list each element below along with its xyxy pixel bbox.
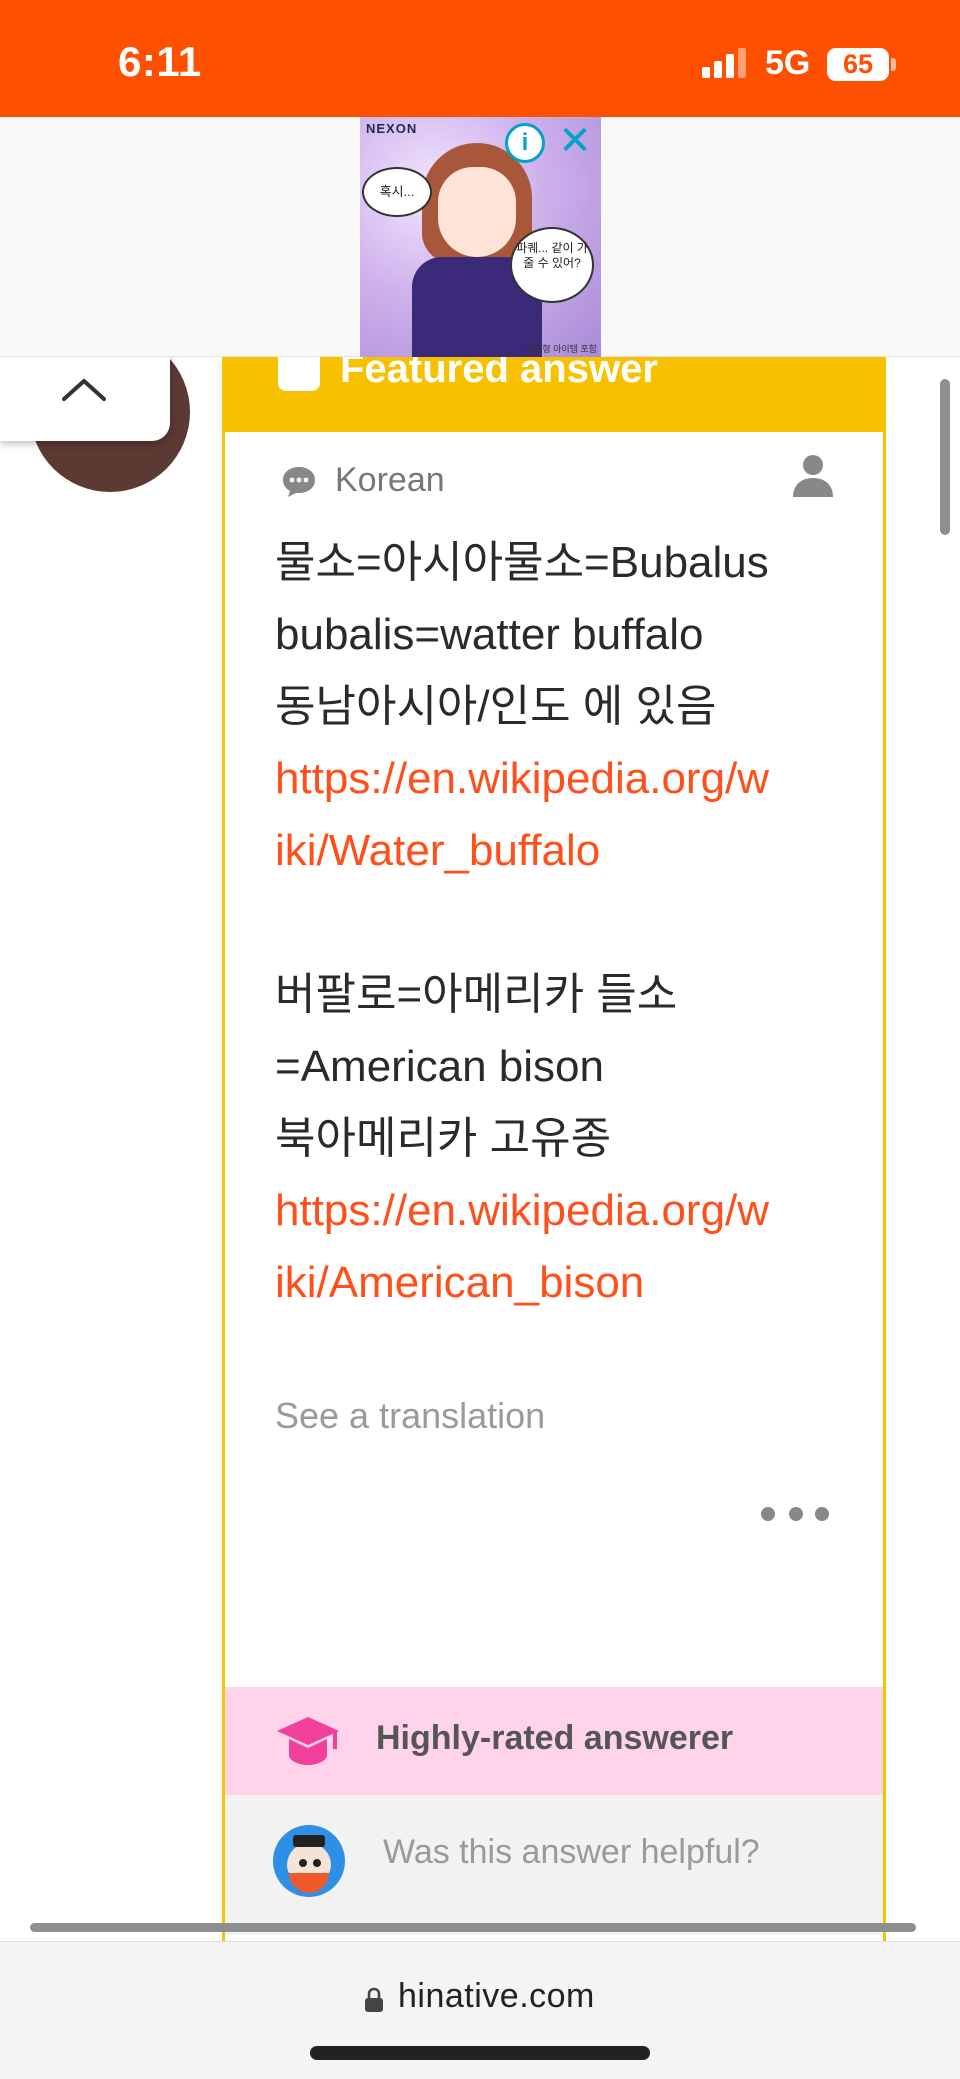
battery-nub (891, 58, 896, 71)
answer-link-line[interactable]: iki/Water_buffalo (275, 815, 865, 887)
ad-footer: 확률형 아이템 포함 (525, 344, 597, 354)
url-text[interactable]: hinative.com (398, 1977, 595, 2016)
info-icon[interactable]: i (505, 123, 545, 163)
highly-rated-label: Highly-rated answerer (376, 1719, 734, 1757)
battery-level: 65 (842, 49, 874, 79)
status-bar: 6:11 5G 65 (0, 0, 960, 117)
chevron-up-icon (62, 379, 106, 401)
horizontal-scrollbar[interactable] (30, 1923, 916, 1932)
speech-bubble-icon (283, 467, 315, 497)
featured-title: Featured answer (340, 357, 658, 391)
see-translation-link[interactable]: See a translation (275, 1395, 545, 1437)
network-label: 5G (765, 44, 811, 82)
ad-brand: NEXON (366, 121, 418, 136)
ad-character-face (438, 167, 516, 257)
browser-url-bar[interactable]: hinative.com (0, 1941, 960, 2079)
highly-rated-badge: Highly-rated answerer (225, 1687, 883, 1795)
checkbox-icon (278, 357, 320, 391)
answer-link-line[interactable]: iki/American_bison (275, 1247, 865, 1319)
answer-text-line: 물소=아시아물소=Bubalus (275, 538, 769, 587)
signal-icon (702, 48, 750, 78)
ad-speech-bubble-2: 파퀘... 같이 가줄 수 있어? (510, 227, 594, 303)
helpful-prompt-row[interactable]: Was this answer helpful? (225, 1795, 883, 1935)
answer-text-line: 동남아시아/인도 에 있음 (275, 682, 717, 731)
answer-link-line[interactable]: https://en.wikipedia.org/w (275, 1175, 865, 1247)
user-icon[interactable] (791, 453, 835, 499)
mascot-avatar (273, 1825, 345, 1897)
answer-text-line: 북아메리카 고유종 (275, 1114, 612, 1163)
vertical-scrollbar[interactable] (940, 379, 950, 535)
graduation-cap-icon (277, 1717, 339, 1765)
helpful-prompt: Was this answer helpful? (383, 1833, 760, 1871)
battery-icon: 65 (827, 48, 889, 81)
answer-text-line: =American bison (275, 1042, 604, 1091)
page-content: Featured answer Korean 물소=아시아물소=Bubalus b… (0, 357, 960, 1941)
answer-blank-line (275, 887, 865, 959)
home-indicator[interactable] (310, 2046, 650, 2060)
answer-text-line: 버팔로=아메리카 들소 (275, 970, 678, 1019)
answer-link-line[interactable]: https://en.wikipedia.org/w (275, 743, 865, 815)
language-label: Korean (335, 461, 445, 499)
ad-speech-bubble-1: 혹시... (362, 167, 432, 217)
ad-banner: NEXON 혹시... 파퀘... 같이 가줄 수 있어? 확률형 아이템 포함… (0, 117, 960, 357)
close-icon[interactable]: ✕ (555, 121, 595, 161)
featured-banner: Featured answer (222, 357, 886, 432)
more-options-icon[interactable] (761, 1499, 831, 1529)
answer-body: 물소=아시아물소=Bubalus bubalis=watter buffalo 동남… (275, 527, 865, 1319)
scroll-up-button[interactable] (0, 357, 170, 441)
status-time: 6:11 (118, 38, 202, 85)
featured-answer-card: Featured answer Korean 물소=아시아물소=Bubalus b… (222, 357, 886, 1941)
answer-text-line: bubalis=watter buffalo (275, 610, 704, 659)
lock-icon (365, 1987, 383, 2012)
